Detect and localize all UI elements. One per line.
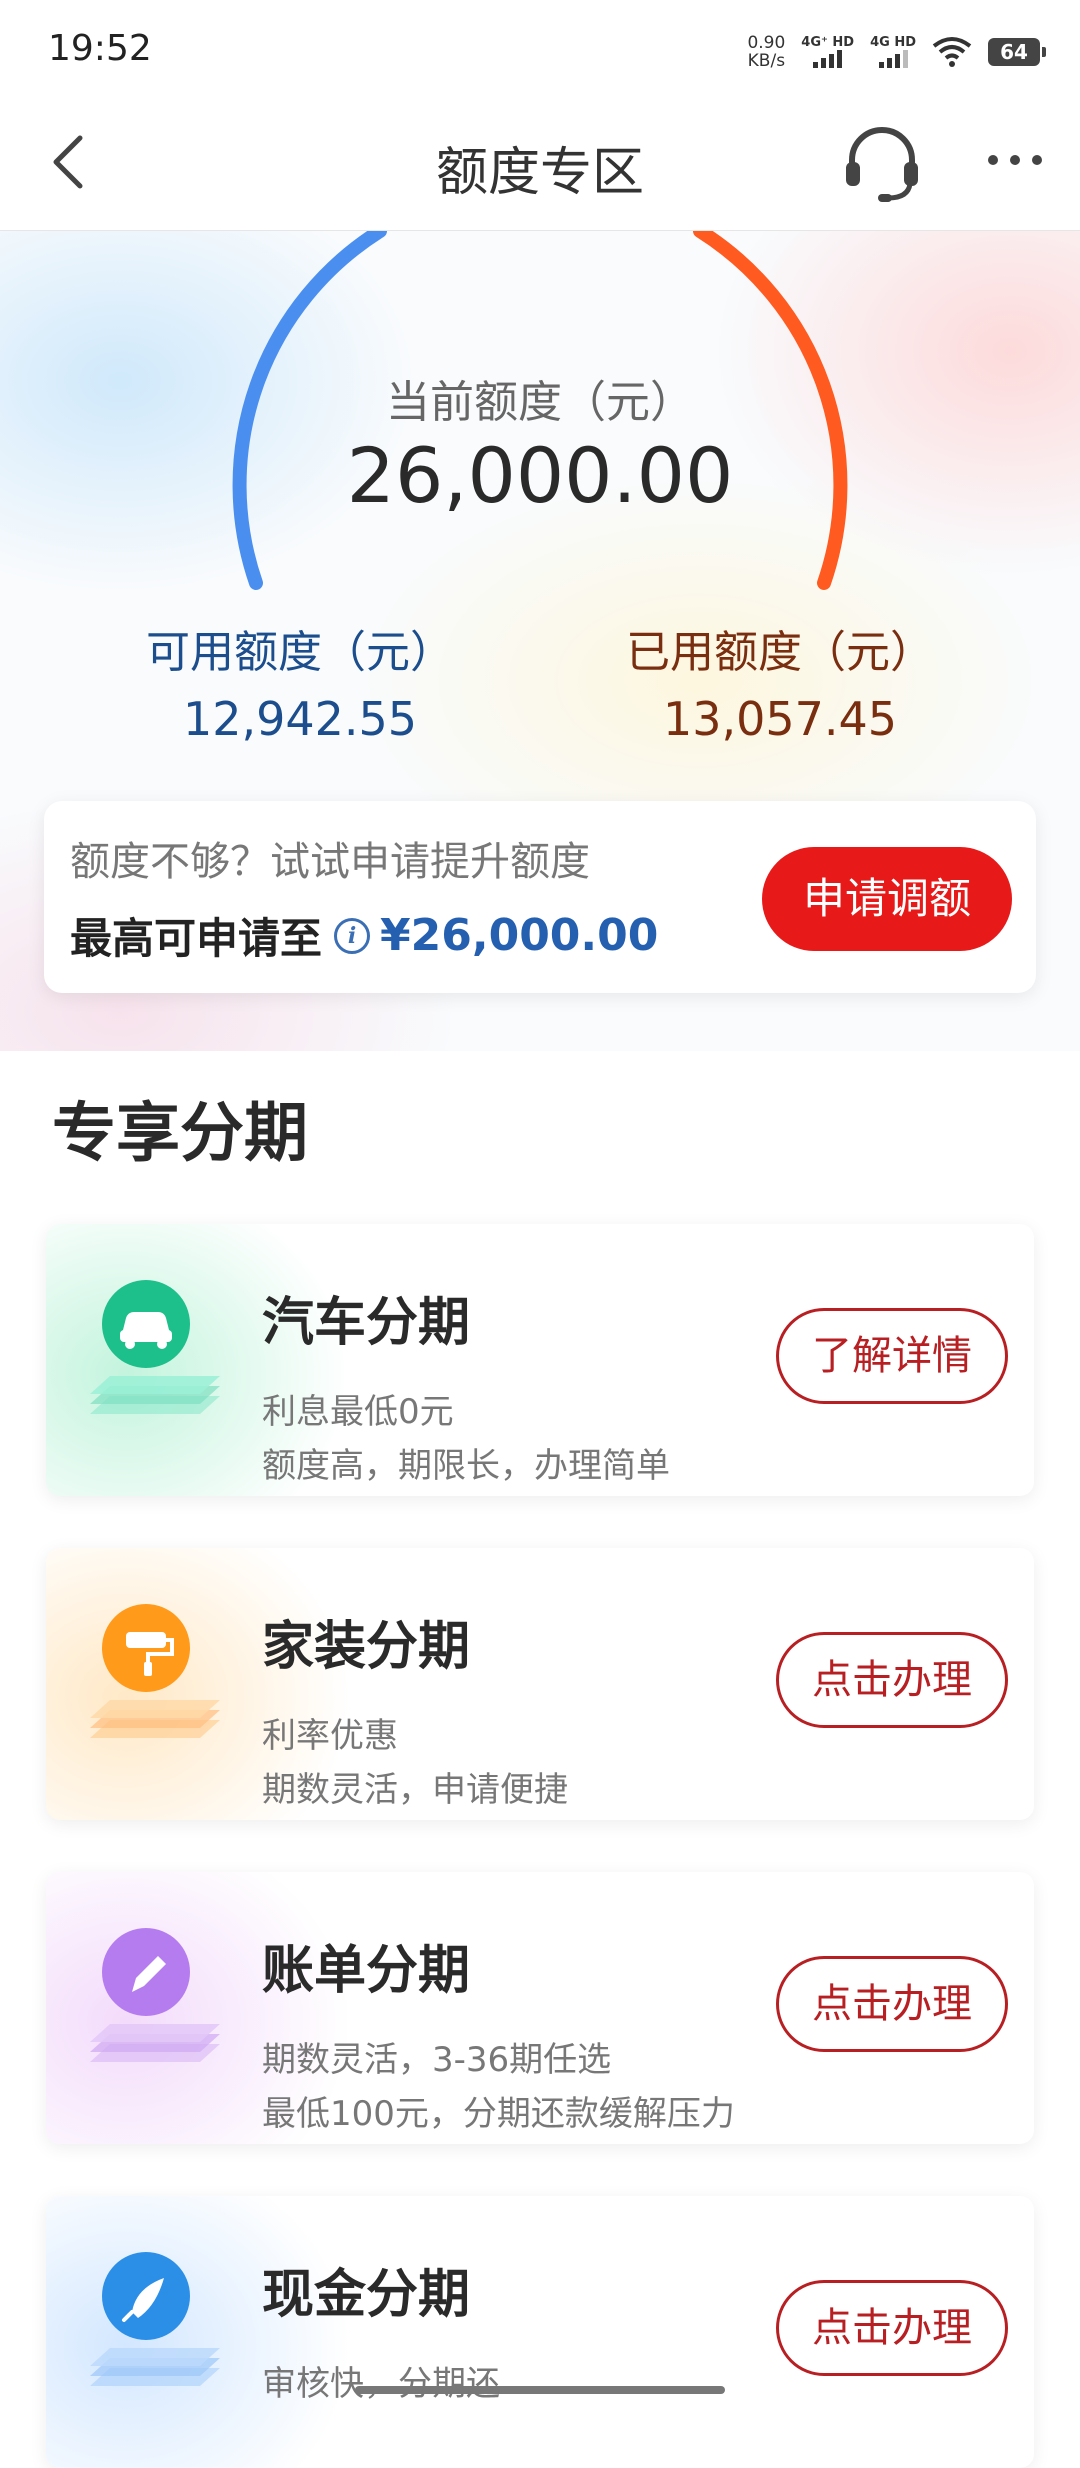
- status-icons: 0.90 KB/s 4G⁺ HD 4G HD 64: [747, 30, 1046, 74]
- apply-button[interactable]: 点击办理: [776, 1956, 1008, 2052]
- product-desc-1: 利率优惠: [262, 1716, 398, 1756]
- product-desc-1: 期数灵活，3-36期任选: [262, 2040, 612, 2080]
- info-icon[interactable]: i: [334, 917, 371, 954]
- available-credit-label: 可用额度（元）: [146, 627, 454, 678]
- max-limit-amount: ¥26,000.00: [380, 910, 659, 961]
- wifi-icon: [932, 37, 972, 67]
- dot: [988, 155, 998, 165]
- raise-limit-card: 额度不够？试试申请提升额度 最高可申请至 i ¥26,000.00 申请调额: [44, 801, 1036, 993]
- available-credit: 可用额度（元） 12,942.55: [120, 616, 480, 746]
- credit-overview: 当前额度（元） 26,000.00 可用额度（元） 12,942.55 已用额度…: [0, 231, 1080, 1051]
- product-name: 汽车分期: [262, 1293, 471, 1353]
- status-time: 19:52: [48, 28, 152, 69]
- dot: [1032, 155, 1042, 165]
- raise-limit-hint: 额度不够？试试申请提升额度: [70, 839, 590, 885]
- more-options-button[interactable]: [975, 130, 1055, 190]
- headset-icon: [846, 127, 918, 202]
- product-desc-2: 额度高，期限长，办理简单: [262, 1446, 670, 1486]
- nav-bar: 额度专区: [0, 100, 1080, 231]
- apply-button[interactable]: 点击办理: [776, 1632, 1008, 1728]
- available-credit-amount: 12,942.55: [182, 692, 418, 746]
- product-name: 现金分期: [262, 2265, 471, 2325]
- product-desc-1: 利息最低0元: [262, 1392, 454, 1432]
- current-credit-amount: 26,000.00: [346, 431, 734, 520]
- rocket-icon: [90, 2252, 220, 2386]
- apply-raise-button[interactable]: 申请调额: [762, 847, 1012, 951]
- paint-roller-icon: [90, 1604, 220, 1738]
- learn-more-button[interactable]: 了解详情: [776, 1308, 1008, 1404]
- used-credit: 已用额度（元） 13,057.45: [600, 616, 960, 746]
- battery-icon: 64: [988, 38, 1046, 66]
- status-bar: 19:52 0.90 KB/s 4G⁺ HD 4G HD 64: [0, 0, 1080, 100]
- pencil-icon: [90, 1928, 220, 2062]
- product-desc-2: 最低100元，分期还款缓解压力: [262, 2094, 735, 2134]
- max-limit-label: 最高可申请至: [70, 914, 323, 963]
- customer-service-button[interactable]: [838, 118, 926, 206]
- product-name: 账单分期: [262, 1941, 471, 2001]
- product-card-home[interactable]: 家装分期 利率优惠 期数灵活，申请便捷 点击办理: [46, 1548, 1034, 1820]
- used-credit-label: 已用额度（元）: [626, 627, 934, 678]
- section-title: 专享分期: [52, 1097, 308, 1171]
- network-speed: 0.90 KB/s: [747, 33, 786, 71]
- product-desc-1: 审核快，分期还: [262, 2364, 500, 2404]
- product-card-cash[interactable]: 现金分期 审核快，分期还 点击办理: [46, 2196, 1034, 2468]
- used-credit-amount: 13,057.45: [662, 692, 898, 746]
- product-desc-2: 期数灵活，申请便捷: [262, 1770, 568, 1810]
- sim1-signal-icon: 4G⁺ HD: [801, 36, 854, 68]
- product-name: 家装分期: [262, 1617, 471, 1677]
- current-credit-label: 当前额度（元）: [386, 377, 694, 428]
- sim2-signal-icon: 4G HD: [870, 36, 916, 68]
- apply-button[interactable]: 点击办理: [776, 2280, 1008, 2376]
- home-indicator[interactable]: [355, 2386, 725, 2394]
- dot: [1010, 155, 1020, 165]
- max-limit-row: 最高可申请至 i ¥26,000.00: [70, 905, 658, 966]
- product-card-car[interactable]: 汽车分期 利息最低0元 额度高，期限长，办理简单 了解详情: [46, 1224, 1034, 1496]
- car-icon: [90, 1280, 220, 1414]
- product-card-bill[interactable]: 账单分期 期数灵活，3-36期任选 最低100元，分期还款缓解压力 点击办理: [46, 1872, 1034, 2144]
